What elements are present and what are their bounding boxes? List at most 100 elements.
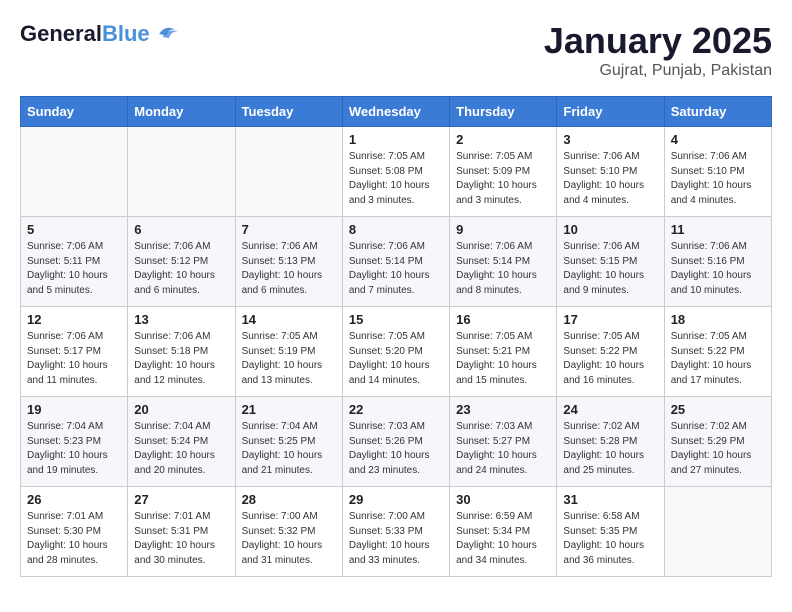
day-number: 7 xyxy=(242,222,336,237)
day-info: Sunrise: 7:00 AMSunset: 5:32 PMDaylight:… xyxy=(242,510,336,568)
day-info: Sunrise: 7:05 AMSunset: 5:22 PMDaylight:… xyxy=(563,330,657,388)
calendar-cell: 18 Sunrise: 7:05 AMSunset: 5:22 PMDayligh… xyxy=(664,307,771,397)
day-number: 29 xyxy=(349,492,443,507)
header-friday: Friday xyxy=(557,97,664,127)
day-info: Sunrise: 7:05 AMSunset: 5:08 PMDaylight:… xyxy=(349,150,443,208)
day-info: Sunrise: 7:06 AMSunset: 5:14 PMDaylight:… xyxy=(349,240,443,298)
day-info: Sunrise: 7:06 AMSunset: 5:15 PMDaylight:… xyxy=(563,240,657,298)
day-info: Sunrise: 7:04 AMSunset: 5:25 PMDaylight:… xyxy=(242,420,336,478)
calendar-cell: 4 Sunrise: 7:06 AMSunset: 5:10 PMDaylight… xyxy=(664,127,771,217)
calendar-cell: 2Sunrise: 7:05 AMSunset: 5:09 PMDaylight… xyxy=(450,127,557,217)
day-number: 27 xyxy=(134,492,228,507)
day-info: Sunrise: 6:59 AMSunset: 5:34 PMDaylight:… xyxy=(456,510,550,568)
calendar-cell: 31 Sunrise: 6:58 AMSunset: 5:35 PMDayligh… xyxy=(557,487,664,577)
day-info: Sunrise: 7:05 AMSunset: 5:19 PMDaylight:… xyxy=(242,330,336,388)
day-number: 28 xyxy=(242,492,336,507)
day-number: 9 xyxy=(456,222,550,237)
calendar-cell: 24 Sunrise: 7:02 AMSunset: 5:28 PMDayligh… xyxy=(557,397,664,487)
day-number: 22 xyxy=(349,402,443,417)
calendar-cell: 30 Sunrise: 6:59 AMSunset: 5:34 PMDayligh… xyxy=(450,487,557,577)
header-sunday: Sunday xyxy=(21,97,128,127)
day-info: Sunrise: 7:03 AMSunset: 5:26 PMDaylight:… xyxy=(349,420,443,478)
day-number: 14 xyxy=(242,312,336,327)
page-header: GeneralBlue January 2025 Gujrat, Punjab,… xyxy=(20,20,772,80)
calendar-cell: 16Sunrise: 7:05 AMSunset: 5:21 PMDayligh… xyxy=(450,307,557,397)
day-info: Sunrise: 7:03 AMSunset: 5:27 PMDaylight:… xyxy=(456,420,550,478)
calendar-cell: 28 Sunrise: 7:00 AMSunset: 5:32 PMDayligh… xyxy=(235,487,342,577)
calendar-cell: 15Sunrise: 7:05 AMSunset: 5:20 PMDayligh… xyxy=(342,307,449,397)
day-info: Sunrise: 7:06 AMSunset: 5:16 PMDaylight:… xyxy=(671,240,765,298)
day-info: Sunrise: 7:05 AMSunset: 5:22 PMDaylight:… xyxy=(671,330,765,388)
logo-icon xyxy=(152,20,180,48)
day-info: Sunrise: 7:02 AMSunset: 5:28 PMDaylight:… xyxy=(563,420,657,478)
calendar-cell: 10Sunrise: 7:06 AMSunset: 5:15 PMDayligh… xyxy=(557,217,664,307)
calendar-cell: 21 Sunrise: 7:04 AMSunset: 5:25 PMDayligh… xyxy=(235,397,342,487)
day-info: Sunrise: 7:01 AMSunset: 5:30 PMDaylight:… xyxy=(27,510,121,568)
calendar-table: Sunday Monday Tuesday Wednesday Thursday… xyxy=(20,96,772,577)
calendar-week-4: 19 Sunrise: 7:04 AMSunset: 5:23 PMDayligh… xyxy=(21,397,772,487)
day-number: 20 xyxy=(134,402,228,417)
calendar-cell: 26 Sunrise: 7:01 AMSunset: 5:30 PMDayligh… xyxy=(21,487,128,577)
calendar-header: Sunday Monday Tuesday Wednesday Thursday… xyxy=(21,97,772,127)
calendar-week-5: 26 Sunrise: 7:01 AMSunset: 5:30 PMDayligh… xyxy=(21,487,772,577)
day-number: 8 xyxy=(349,222,443,237)
calendar-cell: 17Sunrise: 7:05 AMSunset: 5:22 PMDayligh… xyxy=(557,307,664,397)
day-number: 31 xyxy=(563,492,657,507)
calendar-cell: 5 Sunrise: 7:06 AMSunset: 5:11 PMDaylight… xyxy=(21,217,128,307)
calendar-cell: 20 Sunrise: 7:04 AMSunset: 5:24 PMDayligh… xyxy=(128,397,235,487)
day-number: 4 xyxy=(671,132,765,147)
day-info: Sunrise: 7:06 AMSunset: 5:10 PMDaylight:… xyxy=(671,150,765,208)
logo-text: GeneralBlue xyxy=(20,22,150,46)
day-number: 26 xyxy=(27,492,121,507)
day-info: Sunrise: 7:01 AMSunset: 5:31 PMDaylight:… xyxy=(134,510,228,568)
calendar-cell: 12 Sunrise: 7:06 AMSunset: 5:17 PMDayligh… xyxy=(21,307,128,397)
calendar-cell xyxy=(21,127,128,217)
calendar-cell: 11 Sunrise: 7:06 AMSunset: 5:16 PMDayligh… xyxy=(664,217,771,307)
day-info: Sunrise: 7:04 AMSunset: 5:24 PMDaylight:… xyxy=(134,420,228,478)
day-number: 18 xyxy=(671,312,765,327)
calendar-cell: 8 Sunrise: 7:06 AMSunset: 5:14 PMDaylight… xyxy=(342,217,449,307)
day-info: Sunrise: 7:05 AMSunset: 5:20 PMDaylight:… xyxy=(349,330,443,388)
day-number: 24 xyxy=(563,402,657,417)
calendar-cell: 7 Sunrise: 7:06 AMSunset: 5:13 PMDaylight… xyxy=(235,217,342,307)
day-number: 19 xyxy=(27,402,121,417)
day-number: 13 xyxy=(134,312,228,327)
calendar-cell: 6 Sunrise: 7:06 AMSunset: 5:12 PMDaylight… xyxy=(128,217,235,307)
day-info: Sunrise: 7:04 AMSunset: 5:23 PMDaylight:… xyxy=(27,420,121,478)
day-info: Sunrise: 7:06 AMSunset: 5:12 PMDaylight:… xyxy=(134,240,228,298)
day-info: Sunrise: 7:06 AMSunset: 5:11 PMDaylight:… xyxy=(27,240,121,298)
calendar-week-3: 12 Sunrise: 7:06 AMSunset: 5:17 PMDayligh… xyxy=(21,307,772,397)
calendar-cell xyxy=(664,487,771,577)
day-info: Sunrise: 7:06 AMSunset: 5:13 PMDaylight:… xyxy=(242,240,336,298)
day-number: 21 xyxy=(242,402,336,417)
day-info: Sunrise: 7:06 AMSunset: 5:17 PMDaylight:… xyxy=(27,330,121,388)
calendar-cell: 23Sunrise: 7:03 AMSunset: 5:27 PMDayligh… xyxy=(450,397,557,487)
day-info: Sunrise: 7:00 AMSunset: 5:33 PMDaylight:… xyxy=(349,510,443,568)
day-info: Sunrise: 7:02 AMSunset: 5:29 PMDaylight:… xyxy=(671,420,765,478)
day-info: Sunrise: 6:58 AMSunset: 5:35 PMDaylight:… xyxy=(563,510,657,568)
calendar-week-1: 1 Sunrise: 7:05 AMSunset: 5:08 PMDaylight… xyxy=(21,127,772,217)
day-number: 12 xyxy=(27,312,121,327)
header-wednesday: Wednesday xyxy=(342,97,449,127)
calendar-week-2: 5 Sunrise: 7:06 AMSunset: 5:11 PMDaylight… xyxy=(21,217,772,307)
title-block: January 2025 Gujrat, Punjab, Pakistan xyxy=(544,20,772,80)
calendar-cell: 19 Sunrise: 7:04 AMSunset: 5:23 PMDayligh… xyxy=(21,397,128,487)
calendar-cell: 27 Sunrise: 7:01 AMSunset: 5:31 PMDayligh… xyxy=(128,487,235,577)
calendar-cell xyxy=(235,127,342,217)
day-number: 30 xyxy=(456,492,550,507)
header-row: Sunday Monday Tuesday Wednesday Thursday… xyxy=(21,97,772,127)
calendar-cell: 25 Sunrise: 7:02 AMSunset: 5:29 PMDayligh… xyxy=(664,397,771,487)
day-number: 11 xyxy=(671,222,765,237)
header-thursday: Thursday xyxy=(450,97,557,127)
day-number: 3 xyxy=(563,132,657,147)
calendar-title: January 2025 xyxy=(544,20,772,62)
calendar-cell: 29 Sunrise: 7:00 AMSunset: 5:33 PMDayligh… xyxy=(342,487,449,577)
day-number: 6 xyxy=(134,222,228,237)
header-monday: Monday xyxy=(128,97,235,127)
day-number: 1 xyxy=(349,132,443,147)
day-number: 5 xyxy=(27,222,121,237)
day-number: 2 xyxy=(456,132,550,147)
calendar-cell xyxy=(128,127,235,217)
day-info: Sunrise: 7:06 AMSunset: 5:18 PMDaylight:… xyxy=(134,330,228,388)
day-number: 25 xyxy=(671,402,765,417)
